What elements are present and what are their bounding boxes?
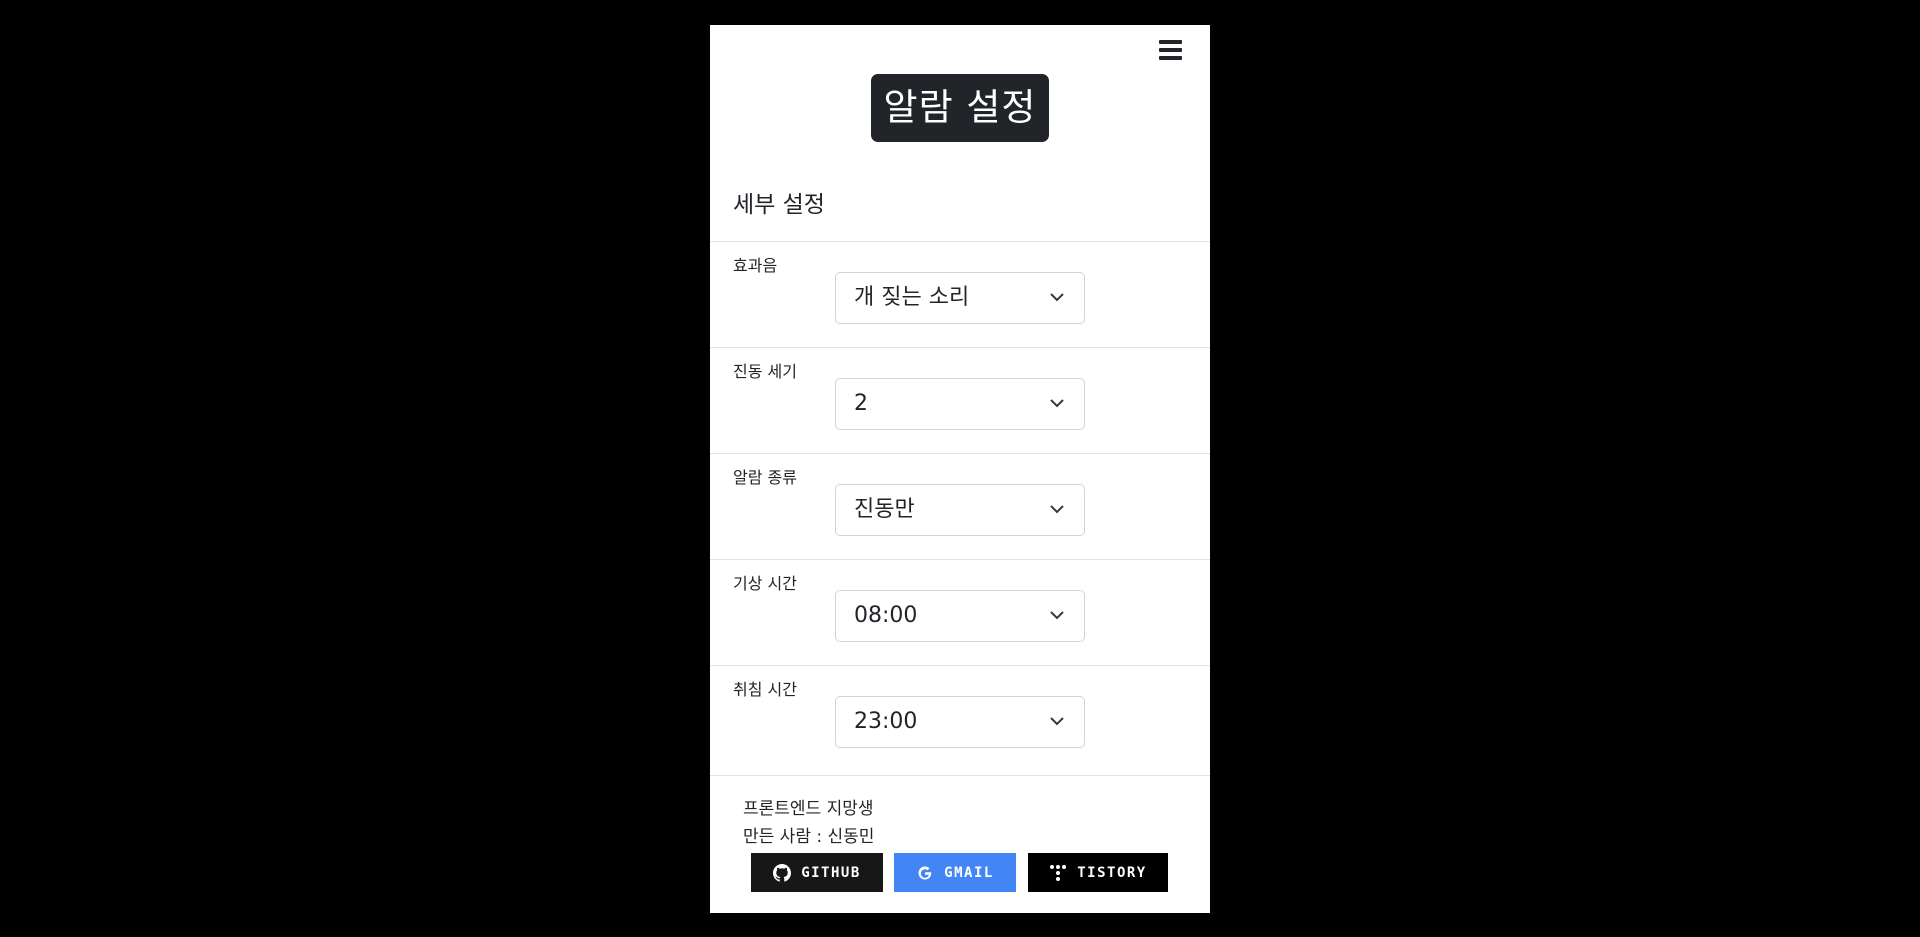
select-value: 2: [854, 391, 868, 416]
setting-label: 알람 종류: [733, 468, 797, 487]
chevron-down-icon: [1050, 717, 1064, 726]
section-title: 세부 설정: [733, 192, 825, 218]
setting-label: 취침 시간: [733, 680, 797, 699]
setting-label: 효과음: [733, 256, 778, 275]
chevron-down-icon: [1050, 611, 1064, 620]
github-icon: [773, 863, 792, 882]
app-container: 알람 설정 세부 설정 효과음 개 짖는 소리 진동 세기 2 알람 종류 진동…: [710, 25, 1210, 913]
tistory-badge-label: TISTORY: [1077, 864, 1147, 881]
setting-label: 기상 시간: [733, 574, 797, 593]
select-value: 08:00: [854, 603, 918, 628]
tistory-badge[interactable]: TISTORY: [1028, 853, 1168, 892]
hamburger-menu-icon[interactable]: [1156, 37, 1186, 63]
setting-row-alarm-type: 알람 종류 진동만: [710, 453, 1210, 560]
setting-row-sleep-time: 취침 시간 23:00: [710, 665, 1210, 772]
setting-label: 진동 세기: [733, 362, 797, 381]
footer-author: 만든 사람 : 신동민: [743, 827, 875, 847]
github-badge-label: GITHUB: [801, 864, 861, 881]
google-icon: [918, 866, 932, 879]
chevron-down-icon: [1050, 399, 1064, 408]
setting-row-sound: 효과음 개 짖는 소리: [710, 241, 1210, 348]
footer: 프론트엔드 지망생 만든 사람 : 신동민 GITHUB GMAIL TISTO…: [710, 775, 1210, 914]
select-value: 23:00: [854, 709, 918, 734]
setting-row-vibration: 진동 세기 2: [710, 347, 1210, 454]
tistory-icon: [1050, 864, 1067, 881]
chevron-down-icon: [1050, 505, 1064, 514]
alarm-type-select[interactable]: 진동만: [835, 484, 1085, 536]
gmail-badge[interactable]: GMAIL: [894, 853, 1016, 892]
footer-tagline: 프론트엔드 지망생: [743, 799, 874, 819]
select-value: 진동만: [854, 497, 915, 522]
page-title: 알람 설정: [871, 74, 1049, 142]
gmail-badge-label: GMAIL: [944, 864, 994, 881]
wake-time-select[interactable]: 08:00: [835, 590, 1085, 642]
github-badge[interactable]: GITHUB: [751, 853, 883, 892]
select-value: 개 짖는 소리: [854, 285, 970, 310]
sleep-time-select[interactable]: 23:00: [835, 696, 1085, 748]
vibration-select[interactable]: 2: [835, 378, 1085, 430]
sound-select[interactable]: 개 짖는 소리: [835, 272, 1085, 324]
setting-row-wake-time: 기상 시간 08:00: [710, 559, 1210, 666]
chevron-down-icon: [1050, 293, 1064, 302]
